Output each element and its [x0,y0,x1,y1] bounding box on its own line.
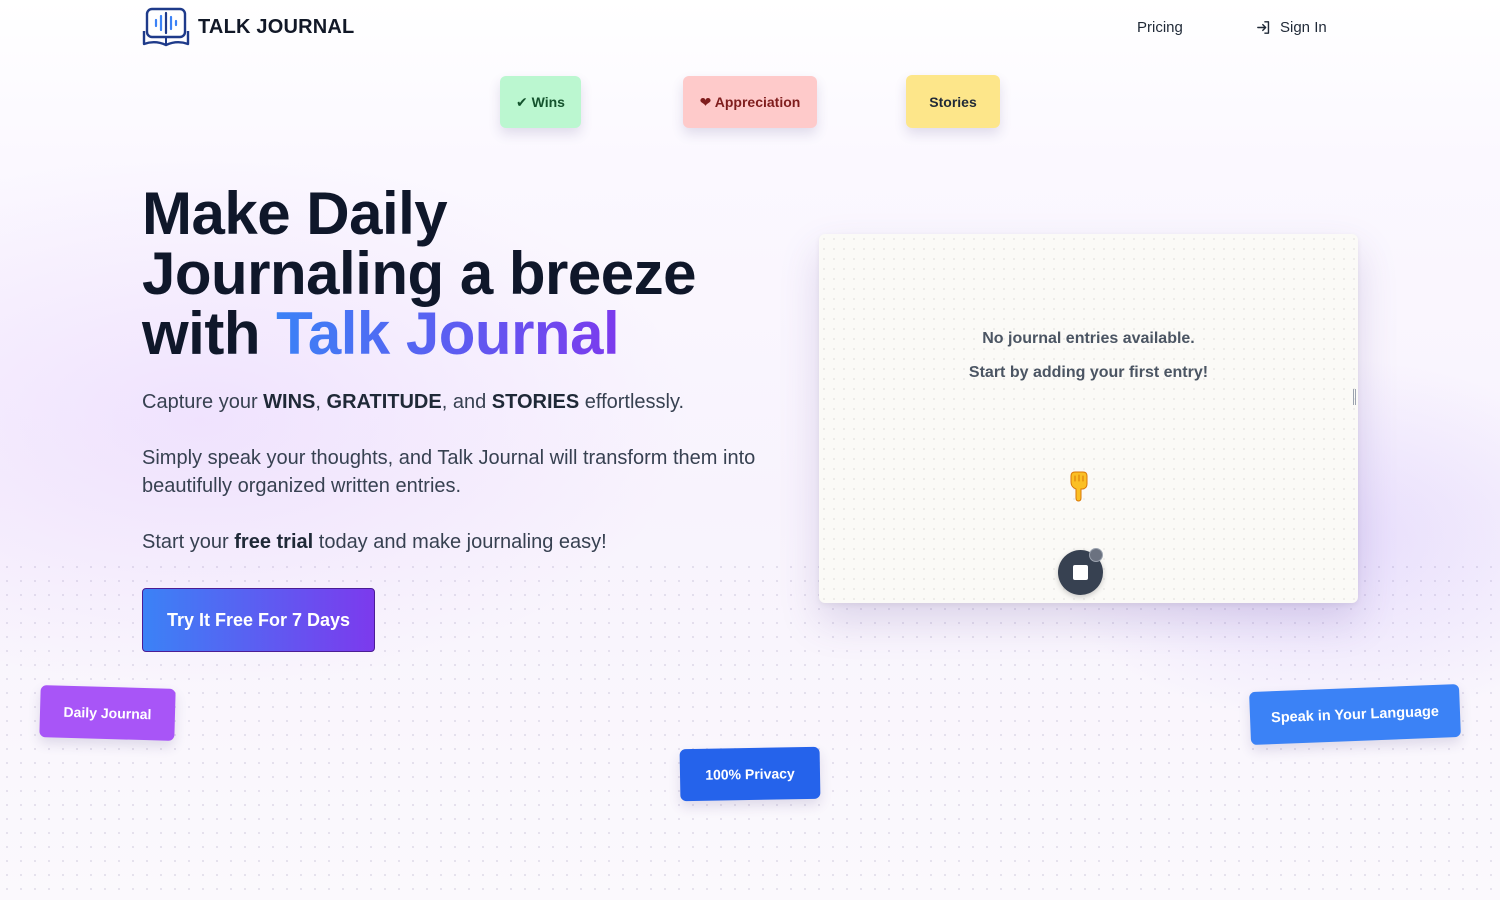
tag-stories: Stories [906,75,1000,128]
tag-speak-language: Speak in Your Language [1249,683,1461,746]
empty-state-title: No journal entries available. [982,330,1195,347]
trial-text: today and make journaling easy! [313,531,607,553]
journal-logo-icon [142,7,190,47]
site-header: TALK JOURNAL Pricing Sign In [0,0,1500,56]
brand-name: TALK JOURNAL [198,15,355,38]
tag-daily-journal: Daily Journal [39,685,176,741]
hero-title-line2: Journaling a breeze [142,240,697,307]
hero-title-line3-prefix: with [142,300,277,367]
empty-state-subtitle: Start by adding your first entry! [968,364,1209,381]
hero-title-highlight: Talk Journal [276,300,620,367]
hero-tagline: Capture your WINS, GRATITUDE, and STORIE… [142,388,782,416]
sign-in-label: Sign In [1280,19,1327,36]
tag-privacy: 100% Privacy [679,746,821,802]
tagline-text: Capture your [142,391,264,413]
stop-icon [1073,565,1088,580]
hero-title: Make Daily Journaling a breeze with Talk… [142,184,782,364]
hero-heading-block: Make Daily Journaling a breeze with Talk… [142,184,782,364]
sign-in-icon [1257,21,1270,34]
journal-panel: No journal entries available. Start by a… [819,234,1358,603]
nav-pricing-link[interactable]: Pricing [1137,19,1183,36]
sign-in-link[interactable]: Sign In [1255,19,1327,36]
tagline-gratitude: GRATITUDE [326,391,442,413]
try-free-button[interactable]: Try It Free For 7 Days [142,588,375,652]
tagline-text: , and [441,391,492,413]
tagline-stories: STORIES [491,391,580,413]
trial-free-trial: free trial [234,531,314,553]
pointing-down-hand-icon [1070,471,1088,502]
tagline-text: , [315,391,327,413]
nav-pricing-label: Pricing [1137,19,1183,36]
resize-handle[interactable] [1353,389,1356,405]
hero-title-line1: Make Daily [142,180,448,247]
tag-appreciation: ❤ Appreciation [683,76,817,128]
tagline-text: effortlessly. [579,391,685,413]
trial-text: Start your [142,531,235,553]
tagline-wins: WINS [263,391,316,413]
tag-wins: ✔ Wins [500,76,581,128]
hero-description: Simply speak your thoughts, and Talk Jou… [142,447,756,497]
logo[interactable]: TALK JOURNAL [142,7,354,47]
hero-trial-text: Start your free trial today and make jou… [142,528,782,556]
recording-indicator [1089,548,1103,562]
